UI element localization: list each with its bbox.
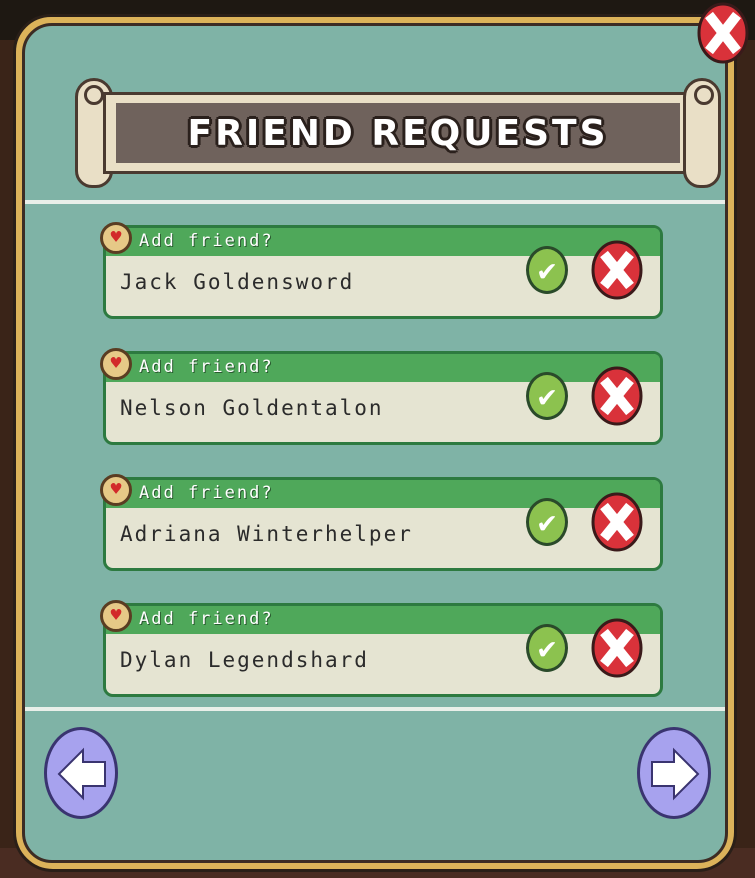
heart-icon: ♥ [100, 222, 132, 254]
request-prompt: Add friend? [139, 483, 274, 503]
heart-icon: ♥ [100, 348, 132, 380]
accept-button[interactable]: ✔ [526, 246, 568, 294]
x-icon [591, 240, 643, 300]
friend-request-card: ♥ Add friend? Dylan Legendshard ✔ [100, 600, 663, 697]
divider-bottom [25, 707, 725, 711]
accept-button[interactable]: ✔ [526, 498, 568, 546]
requester-name: Nelson Goldentalon [120, 396, 384, 420]
decline-button[interactable] [591, 240, 643, 300]
check-icon: ✔ [537, 252, 557, 288]
arrow-left-icon [57, 747, 106, 801]
friend-request-card: ♥ Add friend? Jack Goldensword ✔ [100, 222, 663, 319]
decline-button[interactable] [591, 618, 643, 678]
requester-name: Jack Goldensword [120, 270, 355, 294]
check-icon: ✔ [537, 630, 557, 666]
check-icon: ✔ [537, 504, 557, 540]
decline-button[interactable] [591, 492, 643, 552]
request-prompt: Add friend? [139, 357, 274, 377]
friend-request-card: ♥ Add friend? Nelson Goldentalon ✔ [100, 348, 663, 445]
scroll-end-right [683, 78, 721, 188]
requester-name: Dylan Legendshard [120, 648, 369, 672]
dialog-body: FRIEND REQUESTS ♥ Add friend? Jack Golde… [22, 23, 728, 863]
friend-requests-dialog: FRIEND REQUESTS ♥ Add friend? Jack Golde… [13, 14, 737, 872]
title-box: FRIEND REQUESTS [116, 103, 680, 163]
friend-request-card: ♥ Add friend? Adriana Winterhelper ✔ [100, 474, 663, 571]
close-icon [697, 2, 749, 64]
requester-name: Adriana Winterhelper [120, 522, 413, 546]
close-button[interactable] [697, 2, 749, 64]
accept-button[interactable]: ✔ [526, 372, 568, 420]
scroll-paper: FRIEND REQUESTS [103, 92, 693, 174]
next-page-button[interactable] [637, 727, 711, 819]
x-icon [591, 618, 643, 678]
dialog-title: FRIEND REQUESTS [187, 112, 609, 154]
arrow-right-icon [651, 747, 700, 801]
accept-button[interactable]: ✔ [526, 624, 568, 672]
request-prompt: Add friend? [139, 609, 274, 629]
previous-page-button[interactable] [44, 727, 118, 819]
x-icon [591, 366, 643, 426]
decline-button[interactable] [591, 366, 643, 426]
x-icon [591, 492, 643, 552]
heart-icon: ♥ [100, 474, 132, 506]
divider-top [25, 200, 725, 204]
check-icon: ✔ [537, 378, 557, 414]
request-prompt: Add friend? [139, 231, 274, 251]
title-scroll: FRIEND REQUESTS [75, 78, 721, 188]
heart-icon: ♥ [100, 600, 132, 632]
